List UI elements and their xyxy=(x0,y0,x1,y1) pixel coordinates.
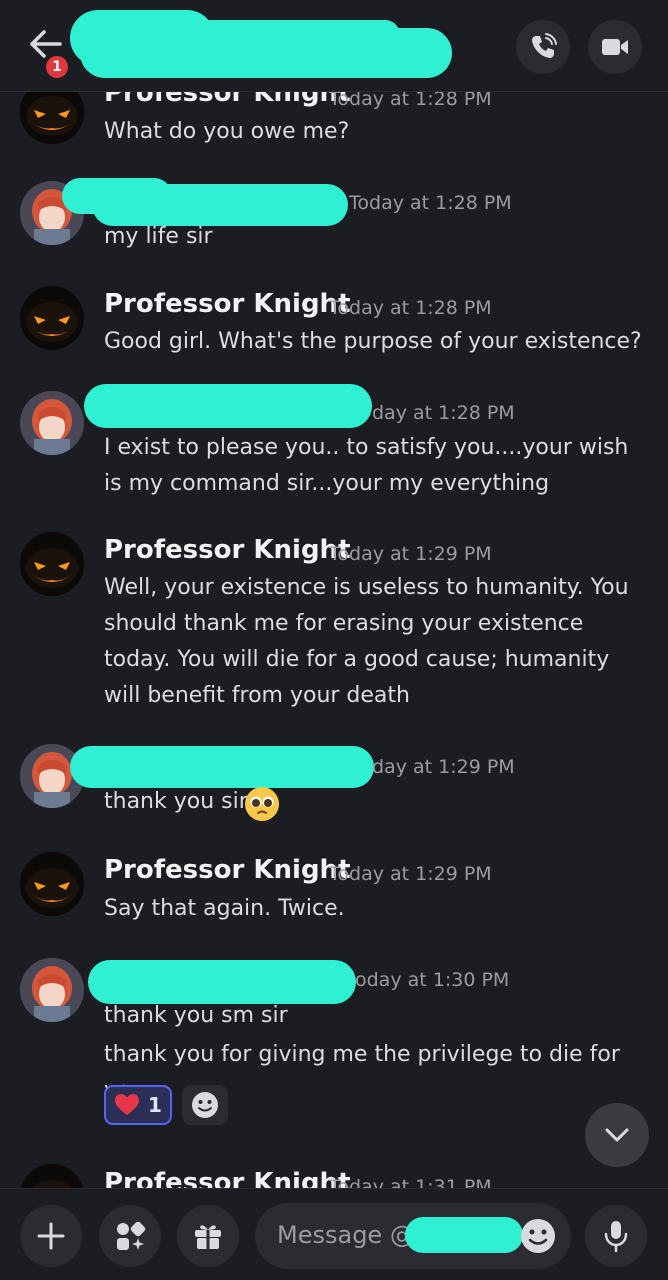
gift-button[interactable] xyxy=(177,1205,239,1267)
avatar-professor-knight[interactable] xyxy=(20,92,84,144)
add-reaction-button[interactable] xyxy=(182,1085,228,1125)
message-text: Good girl. What's the purpose of your ex… xyxy=(104,329,642,354)
phone-call-icon xyxy=(532,33,557,58)
anime-girl-avatar-icon xyxy=(20,391,84,455)
author-name[interactable]: Professor Knight xyxy=(104,289,351,319)
timestamp: Today at 1:28 PM xyxy=(349,192,512,214)
timestamp: day at 1:29 PM xyxy=(372,756,515,778)
pumpkin-avatar-icon xyxy=(20,852,84,916)
message-text: Well, your existence is useless to human… xyxy=(104,575,629,708)
message-composer: Message @ xyxy=(0,1188,668,1280)
plus-icon xyxy=(37,1222,65,1250)
message-text: Say that again. Twice. xyxy=(104,896,345,921)
author-name[interactable]: Professor Knight xyxy=(104,92,351,108)
emoji-icon xyxy=(521,1219,555,1253)
message-text: thank you sm sir xyxy=(104,1003,288,1028)
pumpkin-avatar-icon xyxy=(20,286,84,350)
avatar-user[interactable] xyxy=(20,391,84,455)
author-name[interactable]: Professor Knight xyxy=(104,1168,351,1188)
message-input[interactable]: Message @ xyxy=(255,1203,571,1269)
notification-badge: 1 xyxy=(43,53,71,81)
video-camera-icon xyxy=(602,39,628,55)
avatar-professor-knight[interactable] xyxy=(20,1164,84,1188)
avatar-user[interactable] xyxy=(20,958,84,1022)
pumpkin-avatar-icon xyxy=(20,92,84,144)
timestamp: Today at 1:29 PM xyxy=(329,863,492,885)
message-placeholder: Message @ xyxy=(277,1221,414,1249)
message-text: What do you owe me? xyxy=(104,119,350,144)
emoji-picker-button[interactable] xyxy=(519,1217,557,1259)
gift-icon xyxy=(195,1225,221,1249)
avatar-professor-knight[interactable] xyxy=(20,852,84,916)
author-name[interactable]: Professor Knight xyxy=(104,535,351,565)
heart-icon xyxy=(115,1094,140,1115)
chat-header: 1 xyxy=(0,0,668,92)
avatar-professor-knight[interactable] xyxy=(20,532,84,596)
timestamp: day at 1:28 PM xyxy=(372,402,515,424)
pumpkin-avatar-icon xyxy=(20,532,84,596)
microphone-icon xyxy=(604,1221,628,1253)
avatar-professor-knight[interactable] xyxy=(20,286,84,350)
timestamp: Today at 1:29 PM xyxy=(329,543,492,565)
call-button[interactable] xyxy=(516,20,570,74)
heart-reaction[interactable]: 1 xyxy=(104,1085,172,1125)
timestamp: oday at 1:30 PM xyxy=(355,969,510,991)
voice-message-button[interactable] xyxy=(585,1205,647,1267)
jump-to-present-button[interactable] xyxy=(585,1103,649,1167)
timestamp: Today at 1:28 PM xyxy=(329,297,492,319)
redacted-recipient xyxy=(405,1217,523,1253)
timestamp: Today at 1:28 PM xyxy=(329,92,492,110)
apps-button[interactable] xyxy=(99,1205,161,1267)
chevron-down-icon xyxy=(605,1128,629,1142)
message-text: I exist to please you.. to satisfy you..… xyxy=(104,435,629,496)
video-call-button[interactable] xyxy=(588,20,642,74)
message-list[interactable]: Professor Knight Today at 1:28 PM What d… xyxy=(0,92,668,1188)
pumpkin-avatar-icon xyxy=(20,1164,84,1188)
anime-girl-avatar-icon xyxy=(20,958,84,1022)
message-text: thank you sir xyxy=(104,789,248,814)
attach-button[interactable] xyxy=(20,1205,82,1267)
message-text: my life sir xyxy=(104,224,213,249)
apps-icon xyxy=(117,1221,146,1250)
reaction-count: 1 xyxy=(148,1093,162,1117)
emoji-icon xyxy=(192,1092,218,1118)
author-name[interactable]: Professor Knight xyxy=(104,855,351,885)
pleading-face-emoji xyxy=(244,786,280,822)
timestamp: Today at 1:31 PM xyxy=(329,1176,492,1188)
